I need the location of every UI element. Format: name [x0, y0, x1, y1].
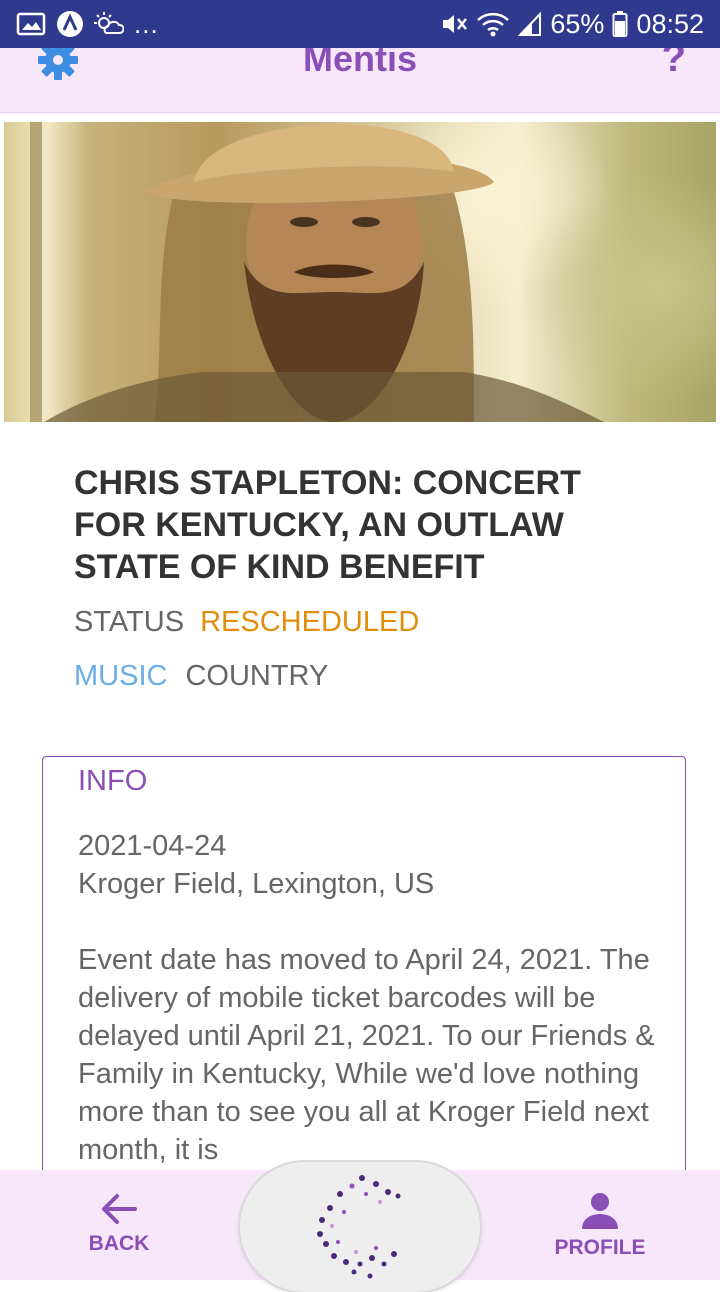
event-venue: Kroger Field, Lexington, US: [78, 868, 435, 900]
cloud-icon: [94, 11, 124, 37]
notification-overflow: ...: [134, 8, 159, 39]
status-bar: ... 65% 08:52: [0, 0, 720, 48]
genre-row: MUSIC COUNTRY: [74, 660, 328, 693]
profile-label: PROFILE: [554, 1236, 646, 1259]
app-header: Mentis ?: [0, 48, 720, 113]
person-icon: [582, 1193, 618, 1229]
info-heading: INFO: [78, 765, 148, 797]
battery-icon: [612, 10, 628, 38]
arrow-left-icon: [102, 1194, 137, 1224]
status-badge: RESCHEDULED: [200, 606, 420, 638]
signal-icon: [518, 11, 542, 37]
status-label: STATUS: [74, 606, 185, 638]
help-button[interactable]: ?: [662, 48, 686, 81]
logo-icon: [317, 1175, 401, 1279]
status-bar-left: ...: [16, 9, 159, 40]
event-title: CHRIS STAPLETON: CONCERT FOR KENTUCKY, A…: [74, 464, 581, 586]
profile-button[interactable]: PROFILE: [520, 1170, 680, 1280]
event-image: [4, 122, 716, 422]
event-description: Event date has moved to April 24, 2021. …: [78, 944, 655, 1166]
genre-link[interactable]: MUSIC: [74, 660, 167, 692]
back-label: BACK: [88, 1232, 150, 1255]
info-body: 2021-04-24 Kroger Field, Lexington, US E…: [78, 827, 658, 1169]
back-button[interactable]: BACK: [39, 1170, 199, 1280]
status-row: STATUS RESCHEDULED: [74, 606, 419, 639]
gallery-icon: [16, 11, 46, 37]
battery-percent: 65%: [550, 8, 605, 39]
subgenre-label: COUNTRY: [185, 660, 329, 692]
event-date: 2021-04-24: [78, 830, 227, 862]
status-bar-right: 65% 08:52: [440, 9, 704, 40]
home-logo-button[interactable]: [240, 1162, 480, 1292]
app-title: Mentis: [302, 48, 417, 79]
clock: 08:52: [636, 8, 704, 39]
wifi-icon: [476, 11, 510, 37]
mute-icon: [440, 11, 468, 37]
app-icon: [56, 10, 84, 38]
